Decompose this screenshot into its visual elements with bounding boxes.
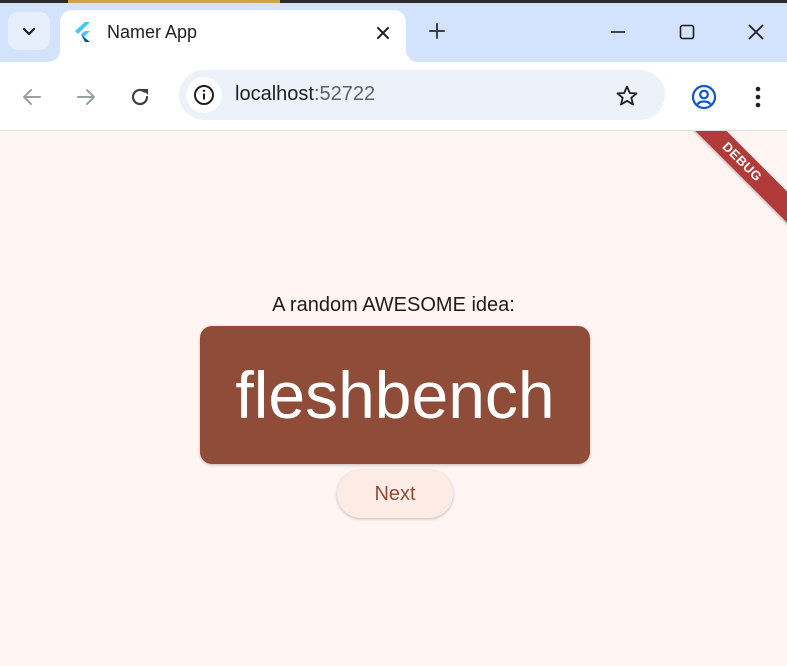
profile-button[interactable] — [686, 79, 722, 115]
url-text[interactable]: localhost:52722 — [235, 83, 375, 106]
back-button[interactable] — [14, 79, 50, 115]
debug-banner: DEBUG — [674, 131, 787, 230]
window-close-button[interactable] — [736, 14, 776, 50]
minimize-icon — [611, 31, 625, 33]
forward-button[interactable] — [68, 79, 104, 115]
new-tab-button[interactable] — [423, 17, 451, 45]
forward-arrow-icon — [77, 89, 95, 105]
info-icon — [194, 85, 214, 105]
tab-title: Namer App — [107, 22, 198, 42]
tab-search-button[interactable] — [8, 12, 50, 50]
url-port: :52722 — [313, 83, 376, 105]
tab-close-button[interactable] — [370, 20, 396, 46]
next-button-label: Next — [374, 482, 416, 505]
back-arrow-icon — [23, 89, 41, 105]
browser-menu-button[interactable] — [740, 79, 776, 115]
profile-icon — [691, 84, 717, 110]
close-icon — [377, 27, 389, 39]
plus-icon — [429, 23, 445, 39]
browser-toolbar: localhost:52722 — [0, 62, 787, 131]
bookmark-button[interactable] — [613, 82, 641, 110]
app-page: DEBUG A random AWESOME idea: fleshbench … — [0, 131, 787, 666]
flutter-favicon-icon — [75, 22, 90, 42]
more-vert-icon — [755, 86, 761, 108]
taskbar-edge — [0, 0, 787, 3]
site-info-button[interactable] — [186, 77, 222, 113]
idea-card: fleshbench — [200, 326, 590, 464]
address-bar[interactable]: localhost:52722 — [179, 70, 665, 120]
tab-strip: Namer App — [0, 0, 787, 62]
idea-word: fleshbench — [235, 358, 555, 432]
taskbar-sliver — [68, 0, 280, 3]
url-host: localhost — [235, 83, 314, 105]
next-button[interactable]: Next — [337, 470, 453, 518]
idea-headline: A random AWESOME idea: — [272, 294, 515, 316]
star-icon — [616, 85, 638, 106]
maximize-button[interactable] — [667, 14, 707, 50]
window-close-icon — [748, 24, 764, 40]
active-tab[interactable]: Namer App — [60, 10, 406, 62]
chevron-down-icon — [22, 27, 36, 36]
reload-button[interactable] — [122, 79, 158, 115]
reload-icon — [131, 88, 149, 106]
maximize-icon — [679, 24, 695, 40]
minimize-button[interactable] — [598, 14, 638, 50]
